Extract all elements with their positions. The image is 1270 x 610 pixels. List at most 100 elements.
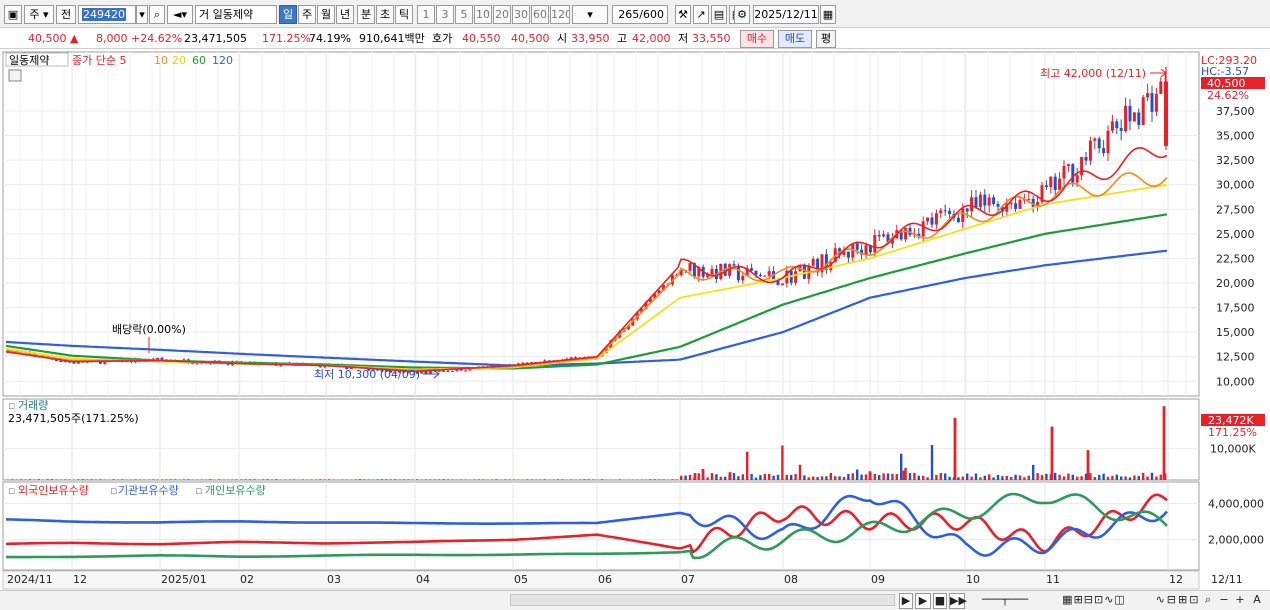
x-axis-label: 09 bbox=[871, 573, 885, 586]
ma5-label: 5 bbox=[119, 54, 126, 67]
volume-bar bbox=[1005, 475, 1008, 480]
font-size-icon[interactable]: A bbox=[1250, 593, 1264, 609]
chart-tools-icons[interactable]: ▦⊞⊟⊡∿◫ bbox=[1046, 593, 1142, 609]
volume-bar bbox=[473, 479, 476, 480]
period-year-button[interactable]: 년 bbox=[336, 5, 354, 24]
candle-body bbox=[1097, 138, 1101, 149]
volume-bar bbox=[750, 473, 753, 480]
count-field[interactable]: 265/600 bbox=[612, 5, 668, 24]
volume-bar bbox=[398, 479, 401, 480]
volume-bar bbox=[1062, 476, 1066, 480]
zoom-out-icon[interactable]: − bbox=[1218, 593, 1230, 609]
n-button-120[interactable]: 120 bbox=[550, 5, 570, 24]
volume-title: 거래량 bbox=[18, 399, 48, 412]
sell-button[interactable]: 매도 bbox=[778, 30, 812, 48]
volume-bar bbox=[490, 479, 494, 480]
volume-bar bbox=[935, 474, 938, 480]
chart-icon[interactable]: ▤ bbox=[711, 5, 727, 24]
volume-bar bbox=[495, 479, 498, 480]
volume-bar bbox=[402, 479, 406, 480]
volume-bar bbox=[1120, 476, 1123, 480]
calculator-icon[interactable] bbox=[8, 69, 22, 82]
tools-icon[interactable]: ⚒ bbox=[675, 5, 691, 24]
volume-bar bbox=[724, 476, 727, 480]
eval-button[interactable]: 평 bbox=[816, 30, 836, 48]
horizontal-scrollbar[interactable] bbox=[510, 594, 895, 606]
period-minute-button[interactable]: 분 bbox=[357, 5, 375, 24]
stock-name-field[interactable]: 거 일동제약 bbox=[195, 5, 277, 24]
n-custom-select[interactable]: ▾ bbox=[572, 5, 608, 24]
volume-bar bbox=[1106, 476, 1110, 480]
x-axis-label: 2025/01 bbox=[161, 573, 207, 586]
volume-spike-bar bbox=[953, 417, 957, 480]
period-second-button[interactable]: 초 bbox=[376, 5, 394, 24]
volume-bar bbox=[394, 479, 397, 480]
volume-bar bbox=[592, 479, 595, 480]
candle-body bbox=[1058, 178, 1062, 190]
quote-bid: 40,500 bbox=[511, 32, 550, 45]
window-icon[interactable]: ▣ bbox=[4, 5, 22, 24]
legend-foreign: 외국인보유수량 bbox=[18, 484, 89, 497]
chart-tools-icons-2[interactable]: ∿⊟⊞⊡ bbox=[1148, 593, 1208, 609]
buy-button[interactable]: 매수 bbox=[740, 30, 774, 48]
candle-body bbox=[811, 258, 815, 266]
volume-bar bbox=[851, 473, 854, 480]
all-button[interactable]: 전 bbox=[56, 5, 76, 24]
stop-icon[interactable]: ■ bbox=[933, 593, 947, 609]
fast-forward-icon[interactable]: ▶▶ bbox=[949, 593, 967, 609]
period-month-button[interactable]: 월 bbox=[317, 5, 335, 24]
candle-body bbox=[965, 208, 969, 212]
candle-body bbox=[1084, 156, 1088, 161]
speaker-icon[interactable]: ◄▾ bbox=[167, 5, 193, 24]
play-icon[interactable]: ▶ bbox=[915, 593, 931, 609]
n-button-60[interactable]: 60 bbox=[531, 5, 549, 24]
candle-body bbox=[939, 210, 943, 214]
zoom-search-icon[interactable]: ⌕ bbox=[1202, 593, 1214, 609]
candle-body bbox=[741, 275, 745, 281]
n-button-5[interactable]: 5 bbox=[455, 5, 473, 24]
volume-bar bbox=[253, 479, 256, 480]
volume-bar bbox=[570, 479, 573, 480]
x-axis-label: 2024/11 bbox=[7, 573, 53, 586]
n-button-20[interactable]: 20 bbox=[493, 5, 511, 24]
candle-body bbox=[1014, 203, 1018, 209]
volume-bar bbox=[1142, 472, 1145, 480]
search-icon[interactable]: ⌕ bbox=[149, 5, 165, 24]
zoom-slider[interactable]: ───┬─── bbox=[970, 593, 1040, 609]
stock-code-input[interactable]: 249420 bbox=[78, 5, 136, 24]
volume-bar bbox=[464, 479, 467, 480]
candle-body bbox=[1128, 105, 1132, 122]
volume-bar bbox=[803, 475, 806, 480]
candle-body bbox=[446, 370, 450, 372]
volume-bar bbox=[671, 479, 674, 480]
gear-icon[interactable]: ⚙ bbox=[734, 5, 750, 24]
volume-bar bbox=[561, 479, 564, 480]
candle-body bbox=[763, 275, 767, 277]
n-button-30[interactable]: 30 bbox=[512, 5, 530, 24]
zoom-in-icon[interactable]: + bbox=[1234, 593, 1246, 609]
stock-chart[interactable]: 10,000 12,500 15,000 17,500 20,000 22,500 25,0… bbox=[0, 50, 1270, 590]
period-week-button[interactable]: 주 bbox=[298, 5, 316, 24]
period-day-button[interactable]: 일 bbox=[279, 5, 297, 24]
n-button-1[interactable]: 1 bbox=[417, 5, 435, 24]
candle-body bbox=[921, 221, 925, 237]
market-select[interactable]: 주 ▾ bbox=[24, 5, 54, 24]
scroll-right-icon[interactable]: ▶ bbox=[899, 593, 913, 609]
candle-body bbox=[1044, 185, 1048, 187]
n-button-10[interactable]: 10 bbox=[474, 5, 492, 24]
date-field[interactable]: 2025/12/11 bbox=[753, 5, 819, 24]
ma120-label: 120 bbox=[212, 54, 233, 67]
volume-bar bbox=[323, 479, 326, 480]
draw-icon[interactable]: ↗ bbox=[693, 5, 709, 24]
code-dropdown-icon[interactable]: ▾ bbox=[136, 5, 148, 24]
ma-prefix: 종가 단순 bbox=[72, 54, 116, 67]
calendar-icon[interactable]: ▦ bbox=[820, 5, 836, 24]
volume-bar bbox=[922, 475, 925, 480]
volume-spike-bar bbox=[902, 470, 906, 480]
volume-bar bbox=[878, 475, 881, 480]
n-button-3[interactable]: 3 bbox=[436, 5, 454, 24]
period-tick-button[interactable]: 틱 bbox=[395, 5, 413, 24]
volume-bar bbox=[460, 479, 463, 480]
volume-panel bbox=[2, 398, 1200, 481]
candle-body bbox=[1053, 176, 1057, 190]
